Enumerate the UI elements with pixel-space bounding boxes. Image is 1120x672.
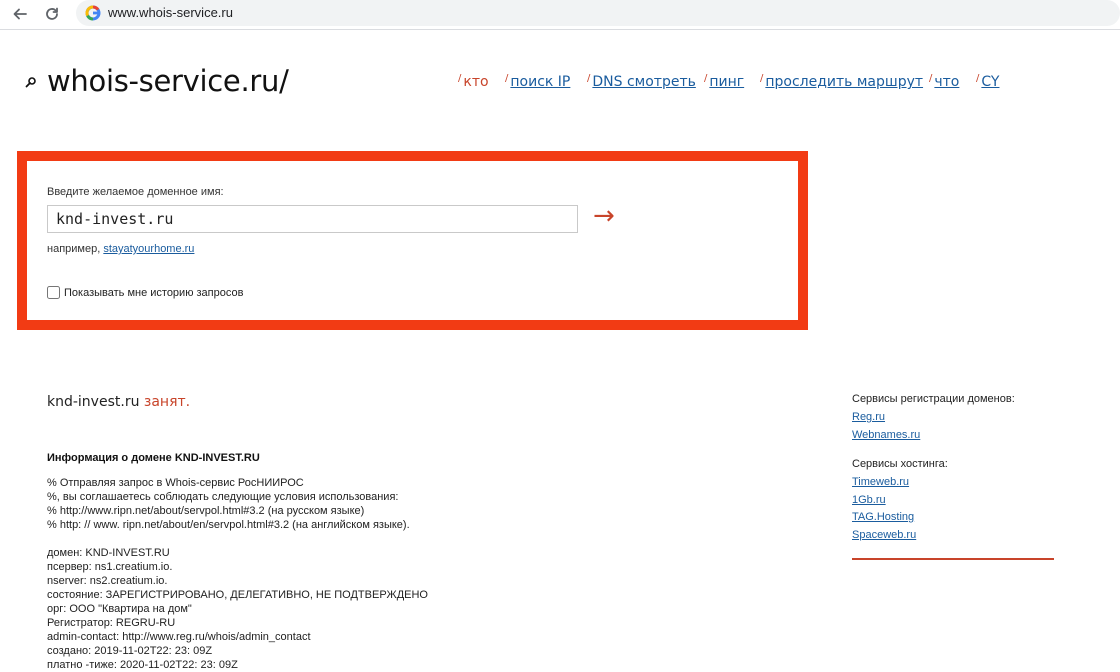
registrar-link[interactable]: Reg.ru bbox=[852, 409, 1015, 427]
hosting-link[interactable]: 1Gb.ru bbox=[852, 492, 948, 510]
sidebar-divider bbox=[852, 558, 1054, 560]
nav-item-traceroute[interactable]: / проследить маршрут bbox=[760, 73, 923, 90]
back-button[interactable] bbox=[9, 3, 31, 25]
notice-line: % Отправляя запрос в Whois-сервис РосНИИ… bbox=[47, 477, 304, 489]
nav-link-dns[interactable]: DNS смотреть bbox=[592, 74, 695, 90]
record-line: Регистратор: REGRU-RU bbox=[47, 617, 176, 629]
registrars-title: Сервисы регистрации доменов: bbox=[852, 393, 1015, 405]
registrars-section: Сервисы регистрации доменов: Reg.ru Webn… bbox=[852, 393, 1015, 444]
domain-status: knd-invest.ru занят. bbox=[47, 394, 190, 410]
record-line: admin-contact: http://www.reg.ru/whois/a… bbox=[47, 631, 311, 643]
browser-toolbar: www.whois-service.ru bbox=[0, 0, 1120, 30]
nav-link-what[interactable]: что bbox=[934, 74, 959, 90]
nav-item-cy[interactable]: / CY bbox=[976, 73, 999, 90]
arrow-back-icon bbox=[13, 8, 27, 20]
nav-slash-icon: / bbox=[505, 73, 509, 84]
nav-item-what[interactable]: / что bbox=[929, 73, 959, 90]
nav-item-ping[interactable]: / пинг bbox=[704, 73, 744, 90]
status-busy: занят. bbox=[143, 394, 191, 410]
nav-slash-icon: / bbox=[587, 73, 591, 84]
nav-link-traceroute[interactable]: проследить маршрут bbox=[765, 74, 923, 90]
hosting-section: Сервисы хостинга: Timeweb.ru 1Gb.ru TAG.… bbox=[852, 458, 948, 544]
domain-input[interactable] bbox=[47, 205, 578, 233]
registrar-link[interactable]: Webnames.ru bbox=[852, 427, 1015, 445]
hosting-link[interactable]: TAG.Hosting bbox=[852, 509, 948, 527]
nav-item-ip-search[interactable]: / поиск IP bbox=[505, 73, 570, 90]
notice-line: % http: // www. ripn.net/about/en/servpo… bbox=[47, 519, 410, 531]
magnifier-icon bbox=[25, 77, 36, 88]
domain-input-label: Введите желаемое доменное имя: bbox=[47, 186, 224, 198]
record-line: псервер: ns1.creatium.io. bbox=[47, 561, 173, 573]
history-option[interactable]: Показывать мне историю запросов bbox=[47, 286, 243, 299]
history-checkbox[interactable] bbox=[47, 286, 60, 299]
url-text: www.whois-service.ru bbox=[108, 5, 233, 20]
history-label: Показывать мне историю запросов bbox=[64, 286, 244, 299]
domain-search-panel: Введите желаемое доменное имя: → наприме… bbox=[17, 151, 808, 330]
result-domain: knd-invest.ru bbox=[47, 394, 140, 410]
logo-text: whois-service.ru/ bbox=[47, 64, 289, 98]
whois-notice: % Отправляя запрос в Whois-сервис РосНИИ… bbox=[47, 476, 410, 532]
reload-icon bbox=[46, 7, 58, 20]
nav-link-ip-search[interactable]: поиск IP bbox=[510, 74, 570, 90]
domain-info-title: Информация о домене KND-INVEST.RU bbox=[47, 452, 260, 464]
record-line: создано: 2019-11-02T22: 23: 09Z bbox=[47, 645, 213, 657]
nav-link-ping[interactable]: пинг bbox=[709, 74, 744, 90]
nav-item-dns[interactable]: / DNS смотреть bbox=[587, 73, 696, 90]
nav-slash-icon: / bbox=[458, 73, 462, 84]
google-icon bbox=[85, 5, 101, 21]
example-link[interactable]: stayatyourhome.ru bbox=[103, 243, 194, 255]
submit-arrow-icon[interactable]: → bbox=[593, 201, 615, 231]
reload-button[interactable] bbox=[41, 3, 63, 25]
nav-slash-icon: / bbox=[760, 73, 764, 84]
notice-line: %, вы соглашаетесь соблюдать следующие у… bbox=[47, 491, 399, 503]
notice-line: % http://www.ripn.net/about/servpol.html… bbox=[47, 505, 365, 517]
nav-link-cy[interactable]: CY bbox=[981, 74, 999, 90]
nav-link-who[interactable]: кто bbox=[463, 74, 488, 90]
record-line: состояние: ЗАРЕГИСТРИРОВАНО, ДЕЛЕГАТИВНО… bbox=[47, 589, 428, 601]
hosting-title: Сервисы хостинга: bbox=[852, 458, 948, 470]
hosting-link[interactable]: Timeweb.ru bbox=[852, 474, 948, 492]
record-line: nserver: ns2.creatium.io. bbox=[47, 575, 168, 587]
example-prefix: например, bbox=[47, 243, 101, 255]
example-hint: например, stayatyourhome.ru bbox=[47, 243, 194, 255]
whois-record: домен: KND-INVEST.RU псервер: ns1.creati… bbox=[47, 546, 428, 672]
record-line: платно -тиже: 2020-11-02T22: 23: 09Z bbox=[47, 659, 238, 671]
nav-slash-icon: / bbox=[976, 73, 980, 84]
hosting-link[interactable]: Spaceweb.ru bbox=[852, 527, 948, 545]
record-line: орг: ООО "Квартира на дом" bbox=[47, 603, 192, 615]
record-line: домен: KND-INVEST.RU bbox=[47, 547, 170, 559]
nav-item-who[interactable]: / кто bbox=[458, 73, 489, 90]
nav-slash-icon: / bbox=[929, 73, 933, 84]
nav-slash-icon: / bbox=[704, 73, 708, 84]
address-bar[interactable]: www.whois-service.ru bbox=[76, 0, 1120, 26]
